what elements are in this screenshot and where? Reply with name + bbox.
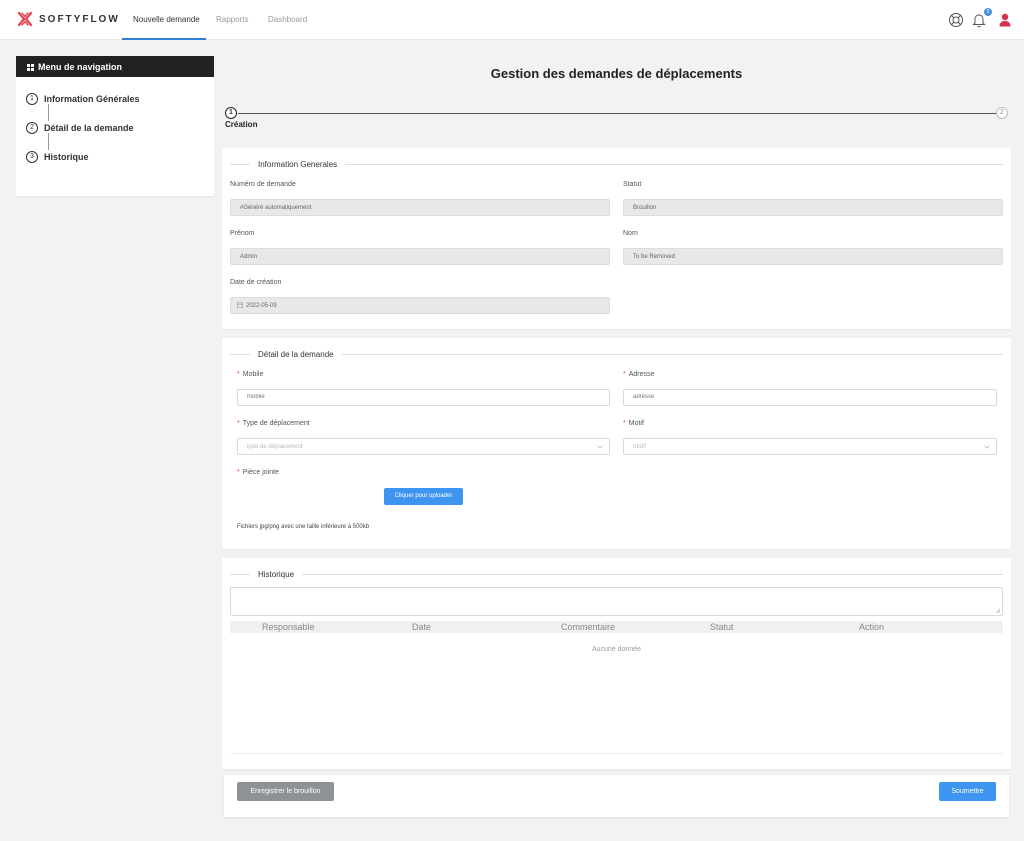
nav-nouvelle-demande[interactable]: Nouvelle demande: [133, 15, 200, 24]
notification-badge: 5: [984, 8, 992, 16]
grid-menu-icon: [27, 63, 34, 71]
date-creation-field: 2022-05-09: [230, 297, 610, 314]
adresse-input[interactable]: [623, 389, 997, 406]
select-placeholder: motif: [633, 444, 647, 450]
stepper-step-1[interactable]: 1: [225, 107, 237, 119]
prenom-label: Prénom: [230, 230, 255, 237]
column-header-statut[interactable]: Statut: [710, 622, 734, 632]
sidebar-item-detail-demande[interactable]: 2 Détail de la demande: [26, 122, 134, 134]
numero-field: #Généré automatiquement: [230, 199, 610, 216]
column-header-commentaire[interactable]: Commentaire: [561, 622, 615, 632]
nom-label: Nom: [623, 230, 638, 237]
table-divider: [230, 753, 1003, 754]
motif-label: * Motif: [623, 420, 644, 427]
navigation-sidebar: Menu de navigation 1 Information Général…: [16, 56, 214, 196]
save-draft-button[interactable]: Enregistrer le brouillon: [237, 782, 334, 801]
type-deplacement-label: * Type de déplacement: [237, 420, 310, 427]
date-creation-value: 2022-05-09: [246, 303, 277, 309]
type-deplacement-select[interactable]: type de déplacement: [237, 438, 610, 455]
card-historique: Historique Responsable Date Commentaire …: [222, 558, 1011, 769]
brand-name: SOFTYFLOW: [39, 13, 120, 25]
numero-label: Numéro de demande: [230, 181, 296, 188]
adresse-label: * Adresse: [623, 371, 655, 378]
historique-comment-textarea[interactable]: [230, 587, 1003, 616]
date-creation-label: Date de création: [230, 279, 282, 286]
section-legend: Détail de la demande: [230, 348, 1003, 360]
stepper-line: [238, 113, 996, 114]
softyflow-logo-icon: [17, 11, 33, 27]
nav-rapports[interactable]: Rapports: [216, 15, 248, 24]
help-lifebuoy-icon[interactable]: [948, 12, 964, 28]
sidebar-title: Menu de navigation: [38, 62, 123, 72]
sidebar-header: Menu de navigation: [16, 56, 214, 77]
motif-select[interactable]: motif: [623, 438, 997, 455]
column-header-date[interactable]: Date: [412, 622, 431, 632]
required-marker: *: [237, 469, 240, 476]
upload-button[interactable]: Cliquer pour uploader: [384, 488, 463, 505]
section-legend: Historique: [230, 568, 1003, 580]
section-legend: Information Generales: [230, 158, 1003, 170]
section-title: Détail de la demande: [258, 349, 334, 359]
sidebar-item-historique[interactable]: 3 Historique: [26, 151, 89, 163]
chevron-down-icon: [984, 445, 990, 449]
calendar-icon: [237, 302, 243, 308]
table-empty-state: Aucune donnée: [591, 646, 642, 653]
nav-dashboard[interactable]: Dashboard: [268, 15, 307, 24]
chevron-down-icon: [597, 445, 603, 449]
statut-label: Statut: [623, 181, 642, 188]
stepper-step-2[interactable]: 2: [996, 107, 1008, 119]
prenom-field: Admin: [230, 248, 610, 265]
form-actions-bar: Enregistrer le brouillon Soumettre: [224, 775, 1009, 817]
nom-field: To be Removed: [623, 248, 1003, 265]
step-number: 2: [26, 122, 38, 134]
sidebar-item-information-generales[interactable]: 1 Information Générales: [26, 93, 140, 105]
top-navbar: SOFTYFLOW Nouvelle demande Rapports Dash…: [0, 0, 1024, 40]
card-detail-demande: Détail de la demande *Mobile *Adresse *T…: [222, 338, 1011, 549]
sidebar-item-label: Historique: [44, 152, 89, 162]
page-title: Gestion des demandes de déplacements: [490, 66, 743, 81]
required-marker: *: [623, 371, 626, 378]
sidebar-item-label: Détail de la demande: [44, 123, 134, 133]
piece-jointe-label: * Pièce jointe: [237, 469, 279, 476]
sidebar-item-label: Information Générales: [44, 94, 140, 104]
sidebar-connector: [48, 133, 49, 150]
brand-logo[interactable]: SOFTYFLOW: [17, 11, 120, 27]
section-title: Information Generales: [258, 159, 338, 169]
resize-handle-icon[interactable]: [995, 608, 1000, 613]
mobile-input[interactable]: [237, 389, 610, 406]
user-icon[interactable]: [997, 12, 1013, 28]
required-marker: *: [237, 371, 240, 378]
table-header: Responsable Date Commentaire Statut Acti…: [230, 621, 1003, 633]
required-marker: *: [237, 420, 240, 427]
column-header-action[interactable]: Action: [859, 622, 884, 632]
column-header-responsable[interactable]: Responsable: [262, 622, 315, 632]
sidebar-connector: [48, 104, 49, 121]
submit-button[interactable]: Soumettre: [939, 782, 996, 801]
stepper-step-label: Création: [225, 120, 258, 129]
mobile-label: * Mobile: [237, 371, 264, 378]
select-placeholder: type de déplacement: [247, 444, 303, 450]
statut-field: Brouillon: [623, 199, 1003, 216]
card-information-generales: Information Generales Numéro de demande …: [222, 148, 1011, 329]
active-nav-indicator: [122, 38, 206, 40]
step-number: 1: [26, 93, 38, 105]
required-marker: *: [623, 420, 626, 427]
upload-hint: Fichiers jpg/png avec une taille inférie…: [237, 524, 370, 530]
step-number: 3: [26, 151, 38, 163]
section-title: Historique: [258, 569, 295, 579]
